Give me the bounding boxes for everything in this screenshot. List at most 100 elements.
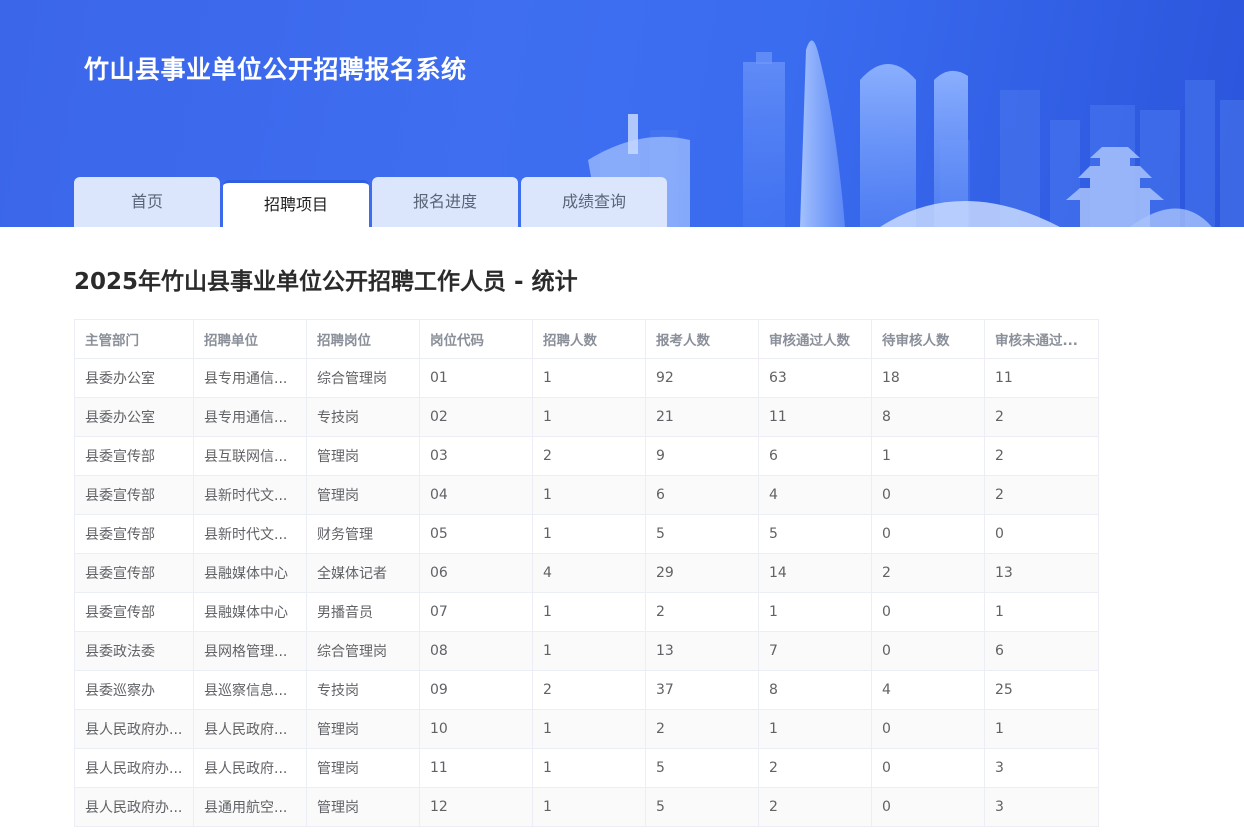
column-header: 岗位代码 — [419, 319, 533, 359]
table-cell: 县融媒体中心 — [193, 592, 307, 632]
table-cell: 29 — [645, 553, 759, 593]
table-row: 县委宣传部 县融媒体中心 男播音员 07 1 2 1 0 1 — [74, 592, 1099, 632]
table-cell: 县巡察信息... — [193, 670, 307, 710]
table-cell: 县委办公室 — [74, 397, 194, 437]
table-cell: 0 — [871, 748, 985, 788]
table-cell: 06 — [419, 553, 533, 593]
tab-score-query[interactable]: 成绩查询 — [521, 177, 667, 227]
tab-application-progress[interactable]: 报名进度 — [372, 177, 518, 227]
table-cell: 县委宣传部 — [74, 553, 194, 593]
table-cell: 63 — [758, 358, 872, 398]
table-cell: 1 — [532, 631, 646, 671]
table-cell: 2 — [532, 436, 646, 476]
table-cell: 县委宣传部 — [74, 514, 194, 554]
table-cell: 5 — [645, 748, 759, 788]
table-cell: 1 — [984, 592, 1099, 632]
table-cell: 4 — [871, 670, 985, 710]
table-cell: 管理岗 — [306, 475, 420, 515]
table-cell: 6 — [758, 436, 872, 476]
page-title: 2025年竹山县事业单位公开招聘工作人员 - 统计 — [74, 269, 578, 295]
table-cell: 8 — [758, 670, 872, 710]
table-cell: 6 — [645, 475, 759, 515]
table-cell: 10 — [419, 709, 533, 749]
table-cell: 县人民政府... — [193, 709, 307, 749]
table-cell: 县人民政府办... — [74, 748, 194, 788]
table-cell: 13 — [984, 553, 1099, 593]
table-cell: 2 — [984, 475, 1099, 515]
table-row: 县委宣传部 县新时代文... 财务管理 05 1 5 5 0 0 — [74, 514, 1099, 554]
table-cell: 县人民政府办... — [74, 787, 194, 827]
table-header-row: 主管部门 招聘单位 招聘岗位 岗位代码 招聘人数 报考人数 审核通过人数 待审核… — [74, 319, 1099, 359]
table-cell: 9 — [645, 436, 759, 476]
table-cell: 2 — [758, 748, 872, 788]
table-cell: 县委宣传部 — [74, 475, 194, 515]
table-cell: 12 — [419, 787, 533, 827]
column-header: 招聘单位 — [193, 319, 307, 359]
column-header: 待审核人数 — [871, 319, 985, 359]
column-header: 审核通过人数 — [758, 319, 872, 359]
table-cell: 07 — [419, 592, 533, 632]
table-cell: 管理岗 — [306, 709, 420, 749]
table-cell: 08 — [419, 631, 533, 671]
table-cell: 管理岗 — [306, 748, 420, 788]
table-cell: 综合管理岗 — [306, 358, 420, 398]
table-cell: 05 — [419, 514, 533, 554]
table-cell: 1 — [532, 397, 646, 437]
table-cell: 1 — [758, 709, 872, 749]
table-cell: 02 — [419, 397, 533, 437]
table-cell: 县新时代文... — [193, 514, 307, 554]
table-cell: 县委政法委 — [74, 631, 194, 671]
table-cell: 7 — [758, 631, 872, 671]
table-cell: 财务管理 — [306, 514, 420, 554]
table-cell: 92 — [645, 358, 759, 398]
table-cell: 1 — [532, 748, 646, 788]
table-cell: 综合管理岗 — [306, 631, 420, 671]
table-cell: 1 — [758, 592, 872, 632]
table-cell: 5 — [645, 514, 759, 554]
table-cell: 县委宣传部 — [74, 592, 194, 632]
table-cell: 县专用通信... — [193, 397, 307, 437]
table-cell: 1 — [532, 514, 646, 554]
table-cell: 全媒体记者 — [306, 553, 420, 593]
statistics-table-container: 主管部门 招聘单位 招聘岗位 岗位代码 招聘人数 报考人数 审核通过人数 待审核… — [74, 319, 1099, 827]
table-cell: 1 — [984, 709, 1099, 749]
table-cell: 0 — [871, 592, 985, 632]
table-cell: 管理岗 — [306, 787, 420, 827]
table-cell: 县委办公室 — [74, 358, 194, 398]
column-header: 招聘人数 — [532, 319, 646, 359]
table-cell: 县互联网信... — [193, 436, 307, 476]
table-cell: 2 — [645, 709, 759, 749]
table-cell: 2 — [758, 787, 872, 827]
table-row: 县人民政府办... 县人民政府... 管理岗 11 1 5 2 0 3 — [74, 748, 1099, 788]
table-cell: 11 — [419, 748, 533, 788]
table-cell: 2 — [984, 397, 1099, 437]
table-cell: 5 — [758, 514, 872, 554]
table-cell: 6 — [984, 631, 1099, 671]
table-row: 县委宣传部 县新时代文... 管理岗 04 1 6 4 0 2 — [74, 475, 1099, 515]
table-cell: 0 — [871, 475, 985, 515]
tab-recruitment-projects[interactable]: 招聘项目 — [223, 180, 369, 227]
table-row: 县委巡察办 县巡察信息... 专技岗 09 2 37 8 4 25 — [74, 670, 1099, 710]
table-cell: 1 — [532, 709, 646, 749]
table-row: 县人民政府办... 县通用航空... 管理岗 12 1 5 2 0 3 — [74, 787, 1099, 827]
column-header: 报考人数 — [645, 319, 759, 359]
tab-home[interactable]: 首页 — [74, 177, 220, 227]
table-cell: 0 — [871, 631, 985, 671]
table-cell: 1 — [532, 592, 646, 632]
statistics-table: 主管部门 招聘单位 招聘岗位 岗位代码 招聘人数 报考人数 审核通过人数 待审核… — [74, 319, 1099, 827]
table-cell: 11 — [758, 397, 872, 437]
table-cell: 1 — [532, 475, 646, 515]
table-cell: 1 — [532, 787, 646, 827]
table-cell: 县网格管理... — [193, 631, 307, 671]
table-cell: 2 — [871, 553, 985, 593]
table-cell: 县委宣传部 — [74, 436, 194, 476]
table-cell: 8 — [871, 397, 985, 437]
table-cell: 09 — [419, 670, 533, 710]
table-cell: 0 — [871, 514, 985, 554]
table-cell: 男播音员 — [306, 592, 420, 632]
table-cell: 管理岗 — [306, 436, 420, 476]
table-cell: 1 — [871, 436, 985, 476]
table-cell: 县人民政府办... — [74, 709, 194, 749]
table-cell: 0 — [871, 787, 985, 827]
table-cell: 18 — [871, 358, 985, 398]
